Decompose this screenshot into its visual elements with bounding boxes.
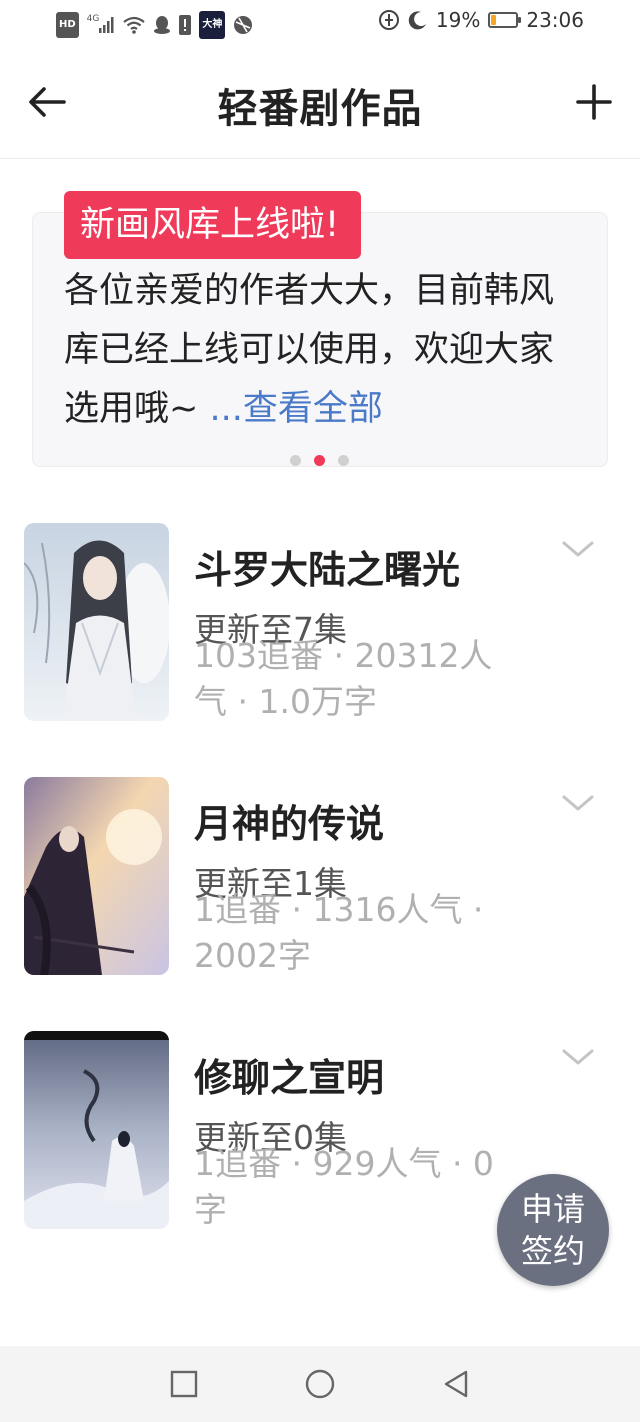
clock: 23:06 xyxy=(526,8,584,32)
chevron-down-icon xyxy=(562,1049,594,1065)
qq-icon xyxy=(153,14,171,36)
moon-icon xyxy=(408,9,428,31)
battery-percent: 19% xyxy=(435,8,481,32)
work-title: 月神的传说 xyxy=(194,802,385,846)
circle-icon xyxy=(305,1369,335,1399)
status-icons-left: HD 4G 大神 xyxy=(56,11,253,39)
square-icon xyxy=(170,1370,198,1398)
expand-button[interactable] xyxy=(560,1045,596,1069)
plus-icon xyxy=(576,84,612,120)
work-item[interactable]: 月神的传说 更新至1集 1追番 · 1316人气 · 2002字 xyxy=(0,777,640,977)
system-nav-bar xyxy=(0,1346,640,1422)
battery-level xyxy=(491,15,497,25)
add-work-button[interactable] xyxy=(570,78,618,126)
chevron-down-icon xyxy=(562,795,594,811)
view-all-link[interactable]: ...查看全部 xyxy=(209,389,382,429)
triangle-back-icon xyxy=(444,1370,468,1398)
expand-button[interactable] xyxy=(560,537,596,561)
work-stats: 103追番 · 20312人气 · 1.0万字 xyxy=(194,636,493,721)
alert-icon xyxy=(179,14,192,36)
expand-button[interactable] xyxy=(560,791,596,815)
nav-back-button[interactable] xyxy=(440,1368,472,1400)
apply-contract-line2: 签约 xyxy=(520,1232,585,1270)
work-title: 斗罗大陆之曙光 xyxy=(194,548,461,592)
cellular-signal-icon: 4G xyxy=(87,14,116,36)
carousel-dot xyxy=(290,455,301,466)
work-item[interactable]: 斗罗大陆之曙光 更新至7集 103追番 · 20312人气 · 1.0万字 xyxy=(0,523,640,723)
work-cover-image[interactable] xyxy=(24,1031,169,1229)
page-title: 轻番剧作品 xyxy=(217,86,423,132)
network-type: 4G xyxy=(86,14,100,24)
home-button[interactable] xyxy=(304,1368,336,1400)
work-stats: 1追番 · 929人气 · 0字 xyxy=(194,1144,494,1229)
carousel-indicator xyxy=(290,455,349,466)
carousel-dot xyxy=(338,455,349,466)
work-cover-image[interactable] xyxy=(24,777,169,975)
app-header: 轻番剧作品 xyxy=(0,48,640,159)
recents-button[interactable] xyxy=(168,1368,200,1400)
apply-contract-button[interactable]: 申请 签约 xyxy=(497,1174,609,1286)
globe-icon xyxy=(233,14,253,36)
carousel-dot xyxy=(314,455,325,466)
chevron-down-icon xyxy=(562,541,594,557)
status-icons-right: 19% 23:06 xyxy=(378,8,584,32)
work-stats: 1追番 · 1316人气 · 2002字 xyxy=(194,890,484,975)
work-title: 修聊之宣明 xyxy=(194,1056,385,1100)
notice-tag: 新画风库上线啦! xyxy=(64,191,362,259)
work-cover-image[interactable] xyxy=(24,523,169,721)
dashen-app-icon: 大神 xyxy=(199,11,226,39)
battery-icon xyxy=(488,12,522,28)
apply-contract-line1: 申请 xyxy=(520,1190,585,1228)
status-bar: HD 4G 大神 19% 23:06 xyxy=(0,0,640,48)
notice-body: 各位亲爱的作者大大，目前韩风库已经上线可以使用，欢迎大家选用哦~ ...查看全部 xyxy=(64,262,584,439)
data-saver-icon xyxy=(378,9,400,31)
wifi-icon xyxy=(123,14,146,36)
hd-icon: HD xyxy=(56,12,79,38)
